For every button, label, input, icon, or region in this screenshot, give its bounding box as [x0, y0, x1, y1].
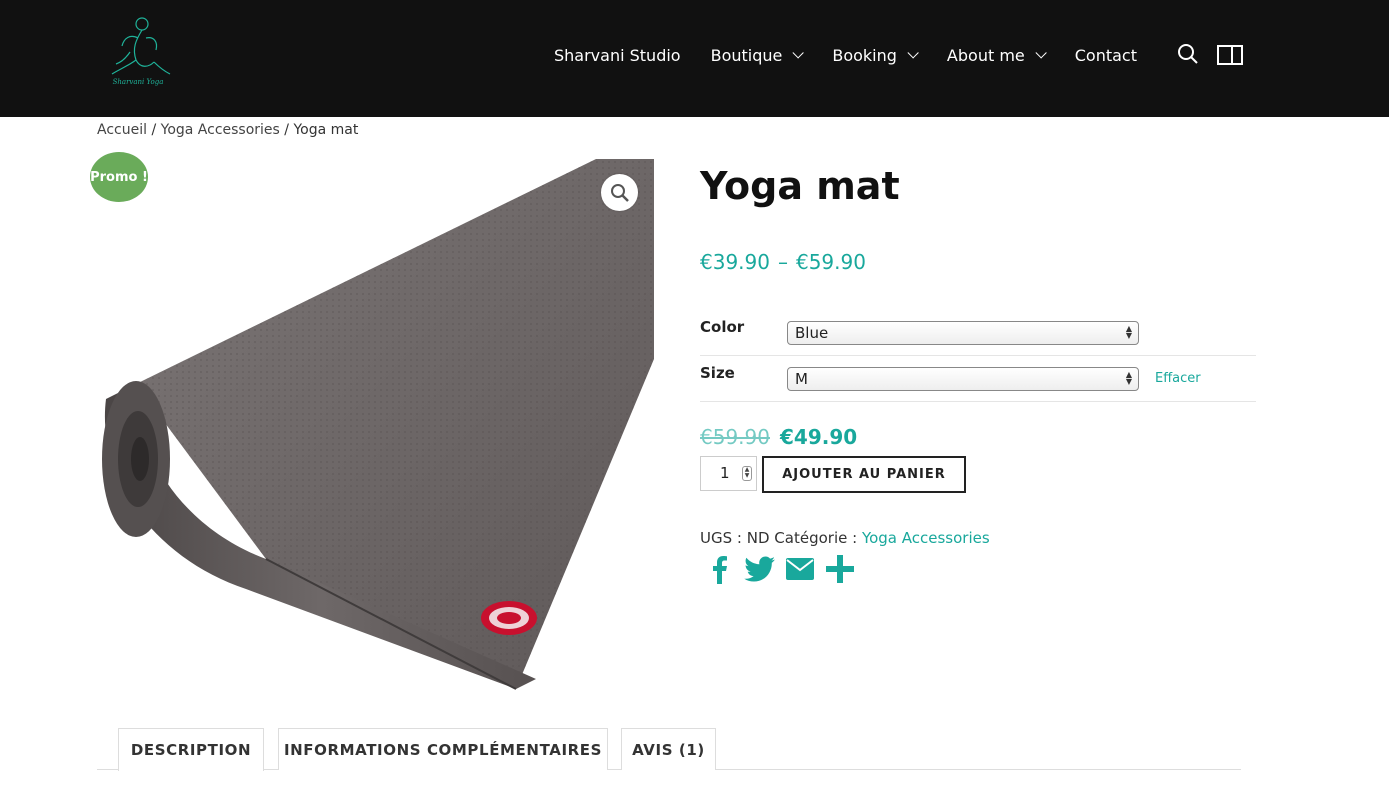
nav-label: Contact [1074, 45, 1137, 65]
variation-size: Size M ▲ ▼ Effacer [700, 356, 1256, 402]
tab-label: INFORMATIONS COMPLÉMENTAIRES [283, 740, 603, 759]
tab-description[interactable]: DESCRIPTION [118, 728, 264, 771]
category-label: Catégorie : [774, 529, 858, 547]
product-title: Yoga mat [700, 164, 900, 208]
nav-label: About me [946, 45, 1025, 65]
color-select[interactable]: Blue ▲ ▼ [787, 321, 1139, 345]
select-arrows-icon: ▲ ▼ [1125, 370, 1132, 386]
tab-label: AVIS (1) [632, 740, 705, 759]
sku-label: UGS : [700, 529, 742, 547]
quantity-stepper[interactable]: ▲ ▼ [742, 466, 752, 481]
breadcrumb-separator: / [284, 122, 290, 138]
facebook-icon[interactable] [704, 553, 736, 585]
select-value: Blue [795, 324, 829, 342]
breadcrumb-category[interactable]: Yoga Accessories [161, 122, 280, 138]
variation-label: Color [700, 318, 745, 336]
site-logo[interactable]: Sharvani Yoga [100, 12, 176, 92]
price-min: €39.90 [700, 250, 770, 274]
select-arrows-icon: ▲ ▼ [1125, 324, 1132, 340]
breadcrumb-separator: / [151, 122, 157, 138]
nav-label: Boutique [710, 45, 783, 65]
nav-item-booking[interactable]: Booking [832, 45, 919, 65]
breadcrumb-current: Yoga mat [293, 122, 359, 138]
main-nav: Sharvani Studio Boutique Booking About m… [554, 44, 1137, 66]
share-icon[interactable] [824, 553, 856, 585]
quantity-input[interactable]: 1 ▲ ▼ [700, 456, 757, 491]
sidebar-toggle-icon[interactable] [1217, 45, 1243, 69]
magnifier-icon [610, 183, 629, 202]
email-icon[interactable] [784, 553, 816, 585]
nav-item-about[interactable]: About me [946, 45, 1047, 65]
breadcrumb: Accueil / Yoga Accessories / Yoga mat [97, 122, 358, 138]
sale-badge-label: Promo ! [90, 169, 148, 185]
share-buttons [704, 553, 864, 585]
zoom-button[interactable] [601, 174, 638, 211]
variation-label: Size [700, 364, 735, 382]
price-range: €39.90– €59.90 [700, 250, 866, 274]
add-to-cart-label: AJOUTER AU PANIER [782, 467, 946, 482]
chevron-down-icon [792, 47, 805, 59]
nav-item-contact[interactable]: Contact [1075, 46, 1137, 65]
quantity-value: 1 [720, 464, 730, 482]
tab-reviews[interactable]: AVIS (1) [621, 728, 716, 770]
product-tabs: DESCRIPTION INFORMATIONS COMPLÉMENTAIRES… [97, 728, 1241, 771]
tab-additional-info[interactable]: INFORMATIONS COMPLÉMENTAIRES [278, 728, 608, 770]
variation-color: Color Blue ▲ ▼ [700, 310, 1256, 356]
product-meta: UGS : ND Catégorie : Yoga Accessories [700, 529, 990, 547]
nav-label: Booking [832, 45, 897, 65]
reset-variations-link[interactable]: Effacer [1155, 371, 1201, 386]
product-image[interactable] [96, 159, 654, 697]
add-to-cart-button[interactable]: AJOUTER AU PANIER [762, 456, 966, 493]
variations-table: Color Blue ▲ ▼ Size M ▲ ▼ Effacer [700, 310, 1256, 402]
size-select[interactable]: M ▲ ▼ [787, 367, 1139, 391]
chevron-down-icon [1035, 47, 1047, 59]
nav-label: Sharvani Studio [554, 45, 681, 65]
regular-price: €59.90 [700, 425, 770, 449]
category-link[interactable]: Yoga Accessories [862, 529, 990, 547]
svg-text:Sharvani Yoga: Sharvani Yoga [113, 78, 164, 86]
price-max: €59.90 [795, 250, 866, 274]
discounted-price: €49.90 [779, 425, 858, 449]
price-separator: – [777, 250, 788, 274]
nav-item-studio[interactable]: Sharvani Studio [554, 46, 681, 65]
twitter-icon[interactable] [744, 553, 776, 585]
site-header: Sharvani Yoga Sharvani Studio Boutique B… [0, 0, 1389, 117]
nav-item-boutique[interactable]: Boutique [710, 45, 805, 65]
sale-badge: Promo ! [90, 152, 148, 202]
sku-value: ND [746, 529, 770, 547]
search-icon[interactable] [1177, 43, 1199, 69]
sale-price: €59.90 €49.90 [700, 425, 857, 449]
tab-label: DESCRIPTION [130, 741, 252, 759]
chevron-down-icon [907, 47, 919, 59]
breadcrumb-home[interactable]: Accueil [97, 122, 147, 138]
select-value: M [795, 370, 808, 388]
